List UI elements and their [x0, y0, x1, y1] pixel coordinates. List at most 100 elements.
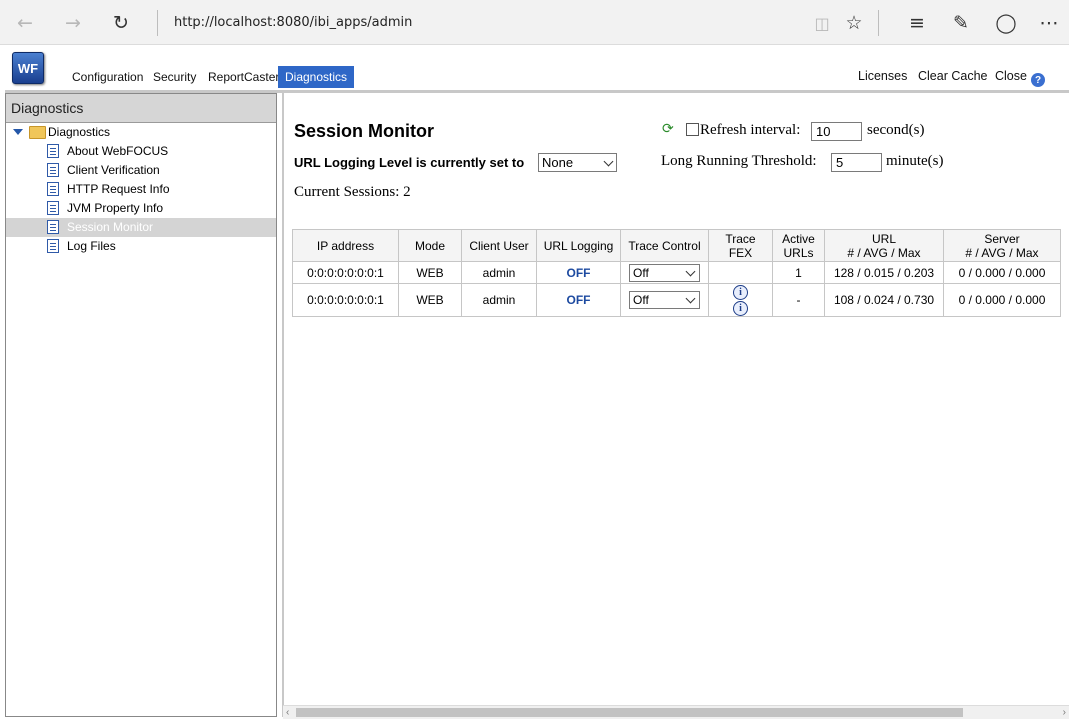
trace-fex-info-icon[interactable]: i — [733, 301, 748, 316]
refresh-interval-checkbox[interactable] — [686, 123, 699, 136]
page-icon — [47, 201, 59, 215]
page-icon — [47, 220, 59, 234]
cell-user: admin — [461, 283, 537, 317]
col-active-urls-line1: Active — [782, 231, 815, 246]
cell-trace-fex: ii — [708, 283, 773, 317]
trace-control-select[interactable]: Off — [629, 291, 700, 309]
col-mode: Mode — [398, 229, 462, 262]
col-url-logging: URL Logging — [536, 229, 621, 262]
col-url-stats-line2: # / AVG / Max — [847, 245, 921, 260]
page-icon — [47, 239, 59, 253]
chevron-down-icon — [685, 266, 696, 276]
browser-toolbar: ← → ↻ http://localhost:8080/ibi_apps/adm… — [0, 0, 1069, 45]
url-logging-label: URL Logging Level is currently set to — [294, 155, 525, 170]
col-server-stats: Server # / AVG / Max — [943, 229, 1061, 262]
sidebar-item-log-files[interactable]: Log Files — [6, 237, 276, 256]
sidebar-item-jvm-property-info[interactable]: JVM Property Info — [6, 199, 276, 218]
url-logging-select[interactable]: None — [538, 153, 617, 172]
sidebar-item-http-request-info[interactable]: HTTP Request Info — [6, 180, 276, 199]
page-icon — [47, 182, 59, 196]
current-sessions: Current Sessions: 2 — [294, 184, 411, 200]
cell-server-stats: 0 / 0.000 / 0.000 — [943, 261, 1061, 284]
trace-control-value: Off — [633, 293, 649, 307]
clear-cache-link[interactable]: Clear Cache — [918, 69, 987, 83]
sidebar-item-label: JVM Property Info — [67, 201, 164, 215]
col-ip-address: IP address — [292, 229, 399, 262]
sidebar-title: Diagnostics — [6, 94, 276, 123]
cell-trace-control: Off — [620, 283, 709, 317]
cell-active-urls: - — [772, 283, 825, 317]
address-bar[interactable]: http://localhost:8080/ibi_apps/admin — [174, 15, 412, 30]
cell-ip: 0:0:0:0:0:0:0:1 — [292, 261, 399, 284]
col-url-stats: URL # / AVG / Max — [824, 229, 944, 262]
cell-trace-fex — [708, 261, 773, 284]
cell-url-logging[interactable]: OFF — [536, 261, 621, 284]
chevron-down-icon[interactable] — [13, 129, 23, 135]
cell-url-logging[interactable]: OFF — [536, 283, 621, 317]
licenses-link[interactable]: Licenses — [858, 69, 907, 83]
refresh-sessions-icon[interactable]: ⟳ — [662, 121, 674, 137]
page-icon — [47, 163, 59, 177]
col-client-user: Client User — [461, 229, 537, 262]
refresh-interval-input[interactable] — [811, 122, 862, 141]
chevron-down-icon — [685, 293, 696, 304]
threshold-unit: minute(s) — [886, 153, 944, 169]
trace-fex-info-icon[interactable]: i — [733, 285, 748, 300]
sidebar-item-about-webfocus[interactable]: About WebFOCUS — [6, 142, 276, 161]
cell-url-stats: 108 / 0.024 / 0.730 — [824, 283, 944, 317]
cell-server-stats: 0 / 0.000 / 0.000 — [943, 283, 1061, 317]
tree-root-diagnostics[interactable]: Diagnostics — [6, 123, 276, 142]
forward-arrow-icon[interactable]: → — [59, 9, 87, 37]
refresh-interval-label: Refresh interval: — [700, 122, 801, 138]
close-link[interactable]: Close — [995, 69, 1027, 83]
url-logging-select-value: None — [542, 155, 574, 170]
share-icon[interactable]: ◯ — [992, 9, 1020, 37]
col-url-stats-line1: URL — [871, 231, 896, 246]
web-note-icon[interactable]: ✎ — [947, 9, 975, 37]
more-icon[interactable]: ⋯ — [1035, 9, 1063, 37]
address-divider — [157, 10, 158, 36]
cell-user: admin — [461, 261, 537, 284]
sidebar-item-label: Session Monitor — [67, 220, 154, 234]
diagnostics-sidebar: Diagnostics Diagnostics About WebFOCUS C… — [5, 93, 277, 717]
cell-mode: WEB — [398, 283, 462, 317]
scroll-right-icon[interactable]: › — [1063, 706, 1066, 719]
sidebar-item-session-monitor[interactable]: Session Monitor — [6, 218, 276, 237]
table-row: 0:0:0:0:0:0:0:1 WEB admin OFF Off 1 128 … — [292, 261, 1061, 284]
page-icon — [47, 144, 59, 158]
col-server-stats-line2: # / AVG / Max — [965, 245, 1039, 260]
trace-control-select[interactable]: Off — [629, 263, 700, 282]
cell-mode: WEB — [398, 261, 462, 284]
sidebar-item-label: Client Verification — [67, 163, 160, 177]
nav-diagnostics[interactable]: Diagnostics — [278, 66, 355, 88]
cell-ip: 0:0:0:0:0:0:0:1 — [292, 283, 399, 317]
session-monitor-panel: Session Monitor ⟳ Refresh interval: seco… — [282, 93, 1069, 717]
sidebar-item-client-verification[interactable]: Client Verification — [6, 161, 276, 180]
trace-control-value: Off — [633, 265, 649, 280]
scrollbar-thumb[interactable] — [296, 708, 963, 717]
folder-icon — [29, 126, 46, 139]
webfocus-logo: WF — [12, 52, 44, 84]
nav-configuration[interactable]: Configuration — [65, 66, 150, 88]
nav-reportcaster[interactable]: ReportCaster — [201, 66, 286, 88]
horizontal-scrollbar[interactable]: ‹ › — [283, 705, 1069, 719]
col-trace-control: Trace Control — [620, 229, 709, 262]
help-icon[interactable]: ? — [1031, 73, 1045, 87]
col-server-stats-line1: Server — [984, 231, 1020, 246]
col-trace-fex: Trace FEX — [708, 229, 773, 262]
scroll-left-icon[interactable]: ‹ — [286, 706, 289, 719]
threshold-input[interactable] — [831, 153, 882, 172]
back-arrow-icon[interactable]: ← — [11, 9, 39, 37]
nav-security[interactable]: Security — [146, 66, 203, 88]
favorite-star-icon[interactable]: ☆ — [840, 9, 868, 37]
toolbar-divider — [878, 10, 879, 36]
refresh-icon[interactable]: ↻ — [107, 9, 135, 37]
hub-icon[interactable]: ≡ — [903, 9, 931, 37]
cell-url-stats: 128 / 0.015 / 0.203 — [824, 261, 944, 284]
cell-trace-control: Off — [620, 261, 709, 284]
table-header-row: IP address Mode Client User URL Logging … — [292, 229, 1061, 262]
threshold-label: Long Running Threshold: — [661, 153, 817, 169]
refresh-interval-unit: second(s) — [867, 122, 925, 138]
page-title: Session Monitor — [294, 121, 435, 141]
reading-view-icon[interactable]: ◫ — [808, 9, 836, 37]
